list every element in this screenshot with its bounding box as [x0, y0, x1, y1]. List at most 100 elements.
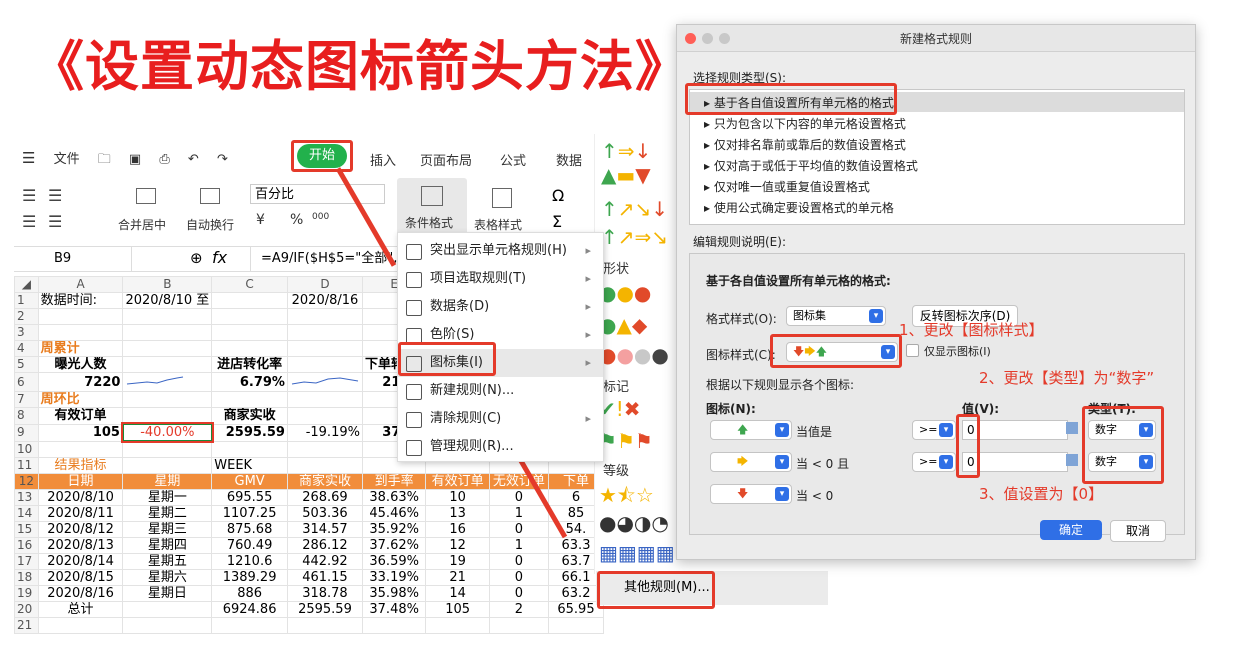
- circles-set-icon[interactable]: ●●●●: [599, 344, 669, 366]
- row-header[interactable]: 19: [14, 585, 39, 602]
- table-cell[interactable]: [122, 601, 213, 618]
- cancel-button[interactable]: 取消: [1110, 520, 1166, 542]
- cell[interactable]: 2020/8/10 至: [122, 292, 213, 309]
- menu-item[interactable]: 项目选取规则(T) ▸: [398, 265, 603, 293]
- rule-type-item[interactable]: ▸ 仅对高于或低于平均值的数值设置格式: [704, 157, 918, 174]
- operator-select-1[interactable]: >= ▾: [912, 420, 956, 440]
- menu-item[interactable]: 新建规则(N)...: [398, 377, 603, 405]
- col-header[interactable]: B: [122, 276, 213, 293]
- sigma-icon[interactable]: Ω: [552, 186, 564, 205]
- boxes-set-icon[interactable]: ▦▦▦▦: [599, 542, 675, 564]
- row-header[interactable]: 9: [14, 423, 39, 442]
- cell[interactable]: [37, 440, 124, 458]
- align-justify-icon[interactable]: ☰: [48, 212, 62, 231]
- table-cell[interactable]: 1389.29: [211, 569, 288, 586]
- cell[interactable]: [122, 440, 213, 458]
- cell[interactable]: 进店转化率: [211, 356, 288, 373]
- triangle-set-icon[interactable]: ▲▬▼: [601, 164, 651, 186]
- icon-select-3[interactable]: 🡇 ▾: [710, 484, 792, 504]
- save-icon[interactable]: ▣: [129, 152, 141, 167]
- table-cell[interactable]: [488, 617, 549, 634]
- table-header-cell[interactable]: 商家实收: [286, 473, 363, 490]
- cell[interactable]: 7220: [37, 372, 124, 392]
- menu-item[interactable]: 清除规则(C) ▸: [398, 405, 603, 433]
- table-cell[interactable]: 37.62%: [361, 537, 427, 554]
- rule-type-item[interactable]: ▸ 只为包含以下内容的单元格设置格式: [704, 115, 906, 132]
- flags-set-icon[interactable]: ⚑⚑⚑: [599, 430, 653, 452]
- table-cell[interactable]: 0: [488, 585, 549, 602]
- thousands-button[interactable]: 000: [312, 212, 329, 222]
- merge-center-icon[interactable]: [136, 188, 156, 204]
- undo-icon[interactable]: ↶: [188, 152, 199, 167]
- table-cell[interactable]: 星期五: [122, 553, 213, 570]
- row-header[interactable]: 7: [14, 391, 39, 408]
- table-cell[interactable]: 19: [425, 553, 490, 570]
- row-header[interactable]: 11: [14, 457, 39, 474]
- cell[interactable]: [122, 324, 213, 341]
- table-cell[interactable]: 35.92%: [361, 521, 427, 538]
- selected-cell[interactable]: -40.00%: [120, 422, 214, 443]
- cell[interactable]: [122, 356, 213, 373]
- cell[interactable]: 周环比: [37, 391, 124, 408]
- table-cell[interactable]: 2020/8/11: [37, 505, 124, 522]
- table-cell[interactable]: 35.98%: [361, 585, 427, 602]
- row-header[interactable]: 5: [14, 356, 39, 373]
- rule-type-item[interactable]: ▸ 仅对唯一值或重复值设置格式: [704, 178, 870, 195]
- currency-button[interactable]: ¥: [256, 212, 265, 228]
- cell[interactable]: 商家实收: [211, 407, 288, 425]
- cell[interactable]: 有效订单: [37, 407, 124, 425]
- cell[interactable]: [286, 356, 363, 373]
- table-cell[interactable]: 总计: [37, 601, 124, 618]
- row-header[interactable]: 15: [14, 521, 39, 538]
- arrow4-set-icon[interactable]: ↑↗↘↓: [601, 198, 668, 220]
- ok-button[interactable]: 确定: [1040, 520, 1102, 540]
- cell[interactable]: [122, 308, 213, 325]
- menu-file[interactable]: 文件: [54, 152, 80, 167]
- table-cell[interactable]: 461.15: [286, 569, 363, 586]
- table-cell[interactable]: 33.19%: [361, 569, 427, 586]
- number-format-select[interactable]: 百分比: [250, 184, 385, 204]
- table-cell[interactable]: 38.63%: [361, 489, 427, 506]
- cell[interactable]: [286, 324, 363, 341]
- row-header[interactable]: 3: [14, 324, 39, 341]
- row-header[interactable]: 18: [14, 569, 39, 586]
- table-cell[interactable]: 2595.59: [286, 601, 363, 618]
- table-cell[interactable]: 2: [488, 601, 549, 618]
- table-cell[interactable]: 0: [488, 521, 549, 538]
- traffic-lights-icon[interactable]: ●●●: [599, 282, 651, 304]
- cell[interactable]: [211, 391, 288, 408]
- table-cell[interactable]: 1210.6: [211, 553, 288, 570]
- table-cell[interactable]: 1: [488, 537, 549, 554]
- merge-center-label[interactable]: 合并居中: [118, 216, 166, 233]
- stars-set-icon[interactable]: ★⯪☆: [599, 484, 654, 506]
- table-cell[interactable]: 10: [425, 489, 490, 506]
- wrap-text-icon[interactable]: [200, 188, 220, 204]
- table-cell[interactable]: 12: [425, 537, 490, 554]
- row-header[interactable]: 4: [14, 340, 39, 357]
- cell[interactable]: [286, 308, 363, 325]
- cell[interactable]: WEEK: [211, 457, 288, 474]
- cell[interactable]: [286, 340, 363, 357]
- folder-icon[interactable]: 🗀: [98, 152, 111, 167]
- cell[interactable]: [122, 457, 213, 474]
- arrow-set-icon[interactable]: ↑⇒↓: [601, 140, 651, 162]
- table-cell[interactable]: 760.49: [211, 537, 288, 554]
- cond-format-button[interactable]: 条件格式: [397, 178, 467, 236]
- arrow5-set-icon[interactable]: ↑↗⇒↘: [601, 226, 668, 248]
- table-cell[interactable]: 2020/8/13: [37, 537, 124, 554]
- table-cell[interactable]: [361, 617, 427, 634]
- table-style-label[interactable]: 表格样式: [474, 216, 522, 233]
- cell[interactable]: [211, 292, 288, 309]
- table-header-cell[interactable]: 日期: [37, 473, 124, 490]
- cell[interactable]: [122, 407, 213, 425]
- table-cell[interactable]: 37.48%: [361, 601, 427, 618]
- menu-item[interactable]: 数据条(D) ▸: [398, 293, 603, 321]
- cell[interactable]: 105: [37, 423, 124, 442]
- table-cell[interactable]: [425, 617, 490, 634]
- show-icon-only-checkbox[interactable]: [906, 344, 919, 357]
- table-cell[interactable]: 1: [488, 505, 549, 522]
- cell[interactable]: [286, 440, 363, 458]
- table-cell[interactable]: 2020/8/14: [37, 553, 124, 570]
- table-cell[interactable]: 0: [488, 553, 549, 570]
- cell[interactable]: 2595.59: [211, 423, 288, 442]
